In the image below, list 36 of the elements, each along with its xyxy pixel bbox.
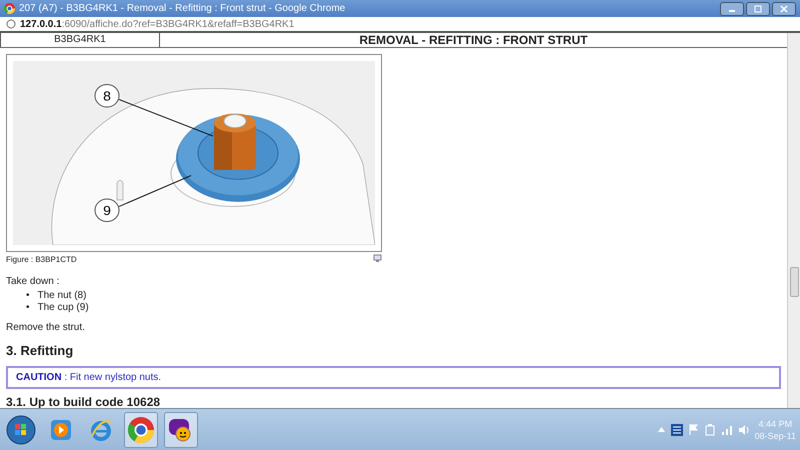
subsection-heading: 3.1. Up to build code 10628 [6, 394, 162, 410]
window-title: 207 (A7) - B3BG4RK1 - Removal - Refitting : Front strut - Google Chrome [19, 2, 346, 16]
bullet: • [26, 290, 30, 302]
close-button[interactable] [772, 2, 796, 16]
chrome-icon [128, 416, 154, 442]
chrome-icon [4, 3, 15, 14]
instruction-text: Take down : [6, 275, 60, 289]
caution-note: CAUTION : Fit new nylstop nuts. [6, 366, 781, 388]
url-text[interactable]: 127.0.0.1:6090/affiche.do?ref=B3BG4RK1&refaff=B3BG4RK1 [20, 16, 294, 32]
close-icon [780, 4, 788, 12]
page-title: REMOVAL - REFITTING : FRONT STRUT [358, 33, 589, 47]
media-player-icon [49, 418, 73, 442]
list-item: The cup (9) [38, 302, 89, 314]
browser-e-icon [89, 418, 113, 442]
signal-icon[interactable] [720, 424, 733, 434]
callout-marker: 9 [94, 198, 120, 222]
battery-icon[interactable] [704, 424, 715, 436]
instruction-text: Remove the strut. [6, 321, 86, 335]
taskbar-app-button[interactable] [124, 412, 158, 448]
scrollbar[interactable] [787, 33, 800, 408]
network-icon[interactable] [670, 424, 683, 436]
callout-marker: 8 [94, 84, 120, 108]
maximize-icon [754, 4, 762, 12]
show-hidden-icons-icon[interactable] [658, 427, 665, 432]
taskbar-app-button[interactable] [164, 412, 198, 448]
minimize-button[interactable] [720, 2, 744, 16]
reference-cell: B3BG4RK1 [0, 33, 160, 47]
page-icon [6, 19, 16, 29]
speaker-icon[interactable] [738, 424, 749, 434]
section-heading: 3. Refitting [6, 342, 74, 360]
bullet: • [26, 302, 30, 314]
list-item: The nut (8) [38, 290, 86, 302]
maximize-button[interactable] [746, 2, 770, 16]
figure-caption: Figure : B3BP1CTD [6, 254, 77, 266]
flag-icon[interactable] [688, 424, 699, 435]
print-icon[interactable] [373, 254, 382, 263]
